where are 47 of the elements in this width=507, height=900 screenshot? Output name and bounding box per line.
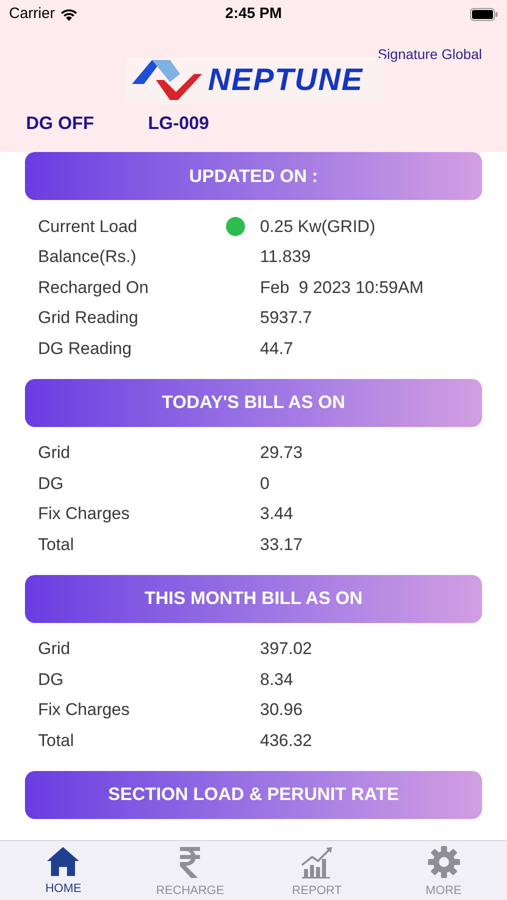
row-label: Recharged On bbox=[38, 276, 150, 298]
row-label: DG Reading bbox=[38, 338, 133, 360]
row-value: 0 bbox=[260, 472, 270, 494]
row-label: Balance(Rs.) bbox=[38, 246, 138, 268]
rupee-icon bbox=[178, 845, 202, 879]
row-value: 8.34 bbox=[260, 668, 294, 690]
row-label: Fix Charges bbox=[38, 699, 131, 721]
home-icon bbox=[46, 845, 80, 877]
dg-status: DG OFF bbox=[26, 112, 95, 134]
row-value: 29.73 bbox=[260, 442, 303, 464]
row-value: 3.44 bbox=[260, 503, 294, 525]
carrier-label: Carrier bbox=[9, 4, 55, 24]
section-header: UPDATED ON : bbox=[25, 152, 482, 200]
logo-icon bbox=[132, 58, 202, 102]
row-value: 0.25 Kw(GRID) bbox=[260, 216, 376, 238]
row-label: Grid Reading bbox=[38, 307, 140, 329]
row-value: 30.96 bbox=[260, 699, 303, 721]
settings-icon bbox=[426, 845, 461, 879]
row-value: 33.17 bbox=[260, 534, 303, 556]
row-value: 436.32 bbox=[260, 730, 312, 752]
chart-icon bbox=[300, 845, 334, 879]
row-value: 44.7 bbox=[260, 338, 294, 360]
row-label: Current Load bbox=[38, 216, 138, 238]
row-label: DG bbox=[38, 472, 64, 494]
row-value: 397.02 bbox=[260, 638, 312, 660]
row-label: Fix Charges bbox=[38, 503, 131, 525]
section-header: TODAY'S BILL AS ON bbox=[25, 378, 482, 426]
logo-text: NEPTUNE bbox=[208, 64, 364, 95]
row-value: 5937.7 bbox=[260, 307, 312, 329]
site-name: Signature Global bbox=[378, 45, 482, 64]
section-header: THIS MONTH BILL AS ON bbox=[25, 574, 482, 622]
row-label: Grid bbox=[38, 638, 72, 660]
tab-item[interactable]: MORE bbox=[380, 841, 507, 900]
tab-item[interactable]: HOME bbox=[0, 841, 127, 900]
row-label: DG bbox=[38, 668, 64, 690]
row-label: Grid bbox=[38, 442, 72, 464]
tab-item[interactable]: REPORT bbox=[254, 841, 380, 900]
section-header: SECTION LOAD & PERUNIT RATE bbox=[25, 770, 482, 818]
meter-id: LG-009 bbox=[148, 112, 210, 134]
tab-item[interactable]: RECHARGE bbox=[126, 841, 254, 900]
row-label: Total bbox=[38, 730, 75, 752]
wifi-icon bbox=[60, 8, 78, 20]
row-value: Feb 9 2023 10:59AM bbox=[260, 276, 424, 298]
battery-icon bbox=[470, 8, 498, 20]
clock: 2:45 PM bbox=[225, 4, 282, 24]
row-value: 11.839 bbox=[260, 246, 311, 268]
row-label: Total bbox=[38, 534, 75, 556]
